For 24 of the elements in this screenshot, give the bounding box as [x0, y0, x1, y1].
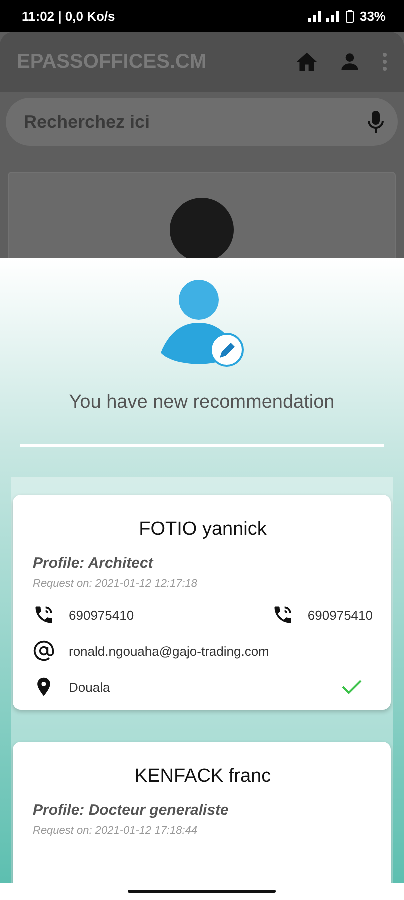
recommendation-card[interactable]: FOTIO yannick Profile: Architect Request on: 2021-01-12 12:17:18 690975410 690975410 ronald.ngouaha@gajo-trading.com Douala — [13, 495, 391, 710]
phone-number: 690975410 — [69, 608, 134, 622]
home-icon[interactable] — [296, 52, 318, 72]
home-handle[interactable] — [128, 890, 276, 893]
status-time: 11:02 | 0,0 Ko/s — [22, 8, 116, 24]
battery-icon — [346, 10, 354, 22]
request-date: Request on: 2021-01-12 17:18:44 — [33, 825, 199, 837]
battery-level: 33% — [360, 8, 386, 24]
more-icon[interactable] — [382, 52, 388, 72]
person-name: KENFACK franc — [134, 766, 272, 788]
email-address: ronald.ngouaha@gajo-trading.com — [69, 644, 270, 658]
signal-icon — [306, 10, 340, 22]
person-icon[interactable] — [340, 52, 360, 72]
microphone-icon[interactable] — [368, 110, 384, 134]
phone-icon — [33, 604, 55, 626]
person-name: FOTIO yannick — [138, 519, 268, 541]
phone-number: 690975410 — [308, 608, 373, 622]
at-sign-icon — [33, 640, 55, 662]
profile-label: Profile: Architect — [33, 555, 155, 572]
city-name: Douala — [69, 680, 110, 694]
recommendation-card[interactable]: KENFACK franc Profile: Docteur generaliste Request on: 2021-01-12 17:18:44 — [13, 742, 391, 883]
profile-label: Profile: Docteur generaliste — [33, 802, 230, 819]
request-date: Request on: 2021-01-12 12:17:18 — [33, 578, 199, 590]
recommendation-message: You have new recommendation — [69, 392, 335, 414]
